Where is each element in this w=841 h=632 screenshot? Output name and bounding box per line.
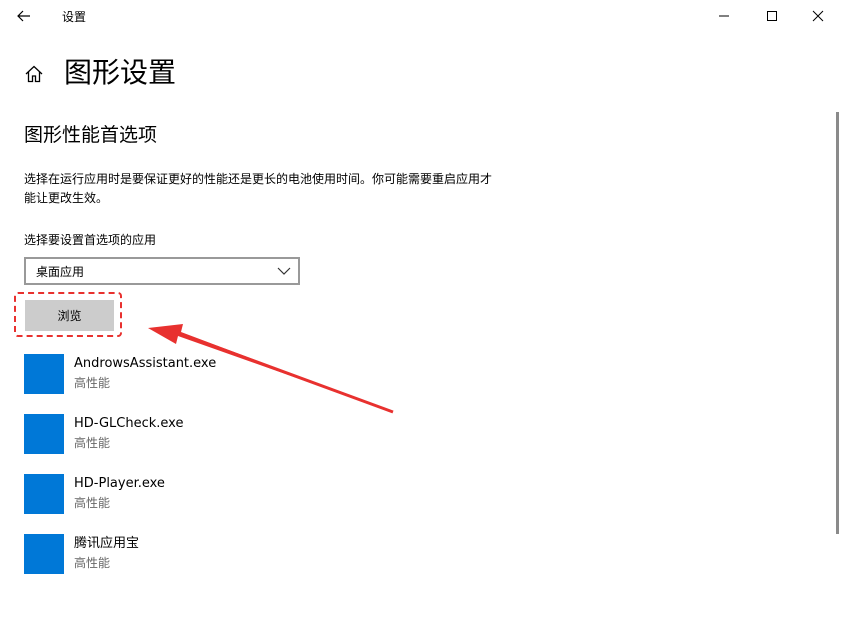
maximize-icon [767, 11, 777, 21]
minimize-icon [719, 15, 729, 17]
close-icon [812, 10, 824, 22]
back-button[interactable] [8, 2, 40, 30]
app-preference: 高性能 [74, 556, 111, 570]
list-item[interactable]: 腾讯应用宝 高性能 [24, 534, 424, 578]
list-item[interactable]: AndrowsAssistant.exe 高性能 [24, 354, 424, 398]
app-name: HD-Player.exe [74, 476, 165, 491]
vertical-scrollbar[interactable] [836, 112, 839, 534]
minimize-button[interactable] [701, 0, 747, 32]
arrow-left-icon [17, 10, 30, 22]
list-item[interactable]: HD-GLCheck.exe 高性能 [24, 414, 424, 458]
section-description: 选择在运行应用时是要保证更好的性能还是更长的电池使用时间。你可能需要重启应用才能… [24, 172, 493, 205]
app-icon [24, 534, 64, 574]
app-preference: 高性能 [74, 376, 111, 390]
app-type-dropdown[interactable]: 桌面应用 [24, 257, 300, 285]
app-icon [24, 354, 64, 394]
app-name: 腾讯应用宝 [74, 536, 140, 551]
app-name: AndrowsAssistant.exe [74, 356, 217, 371]
title-bar: 设置 [0, 0, 841, 32]
app-name: HD-GLCheck.exe [74, 416, 184, 431]
window-title: 设置 [62, 10, 87, 24]
settings-window: 设置 图形设置 图形性能首选项 选择在运行应用时是要保证更好的性能还是更长的电池… [0, 0, 841, 632]
maximize-button[interactable] [749, 0, 795, 32]
app-icon [24, 474, 64, 514]
home-button[interactable] [22, 62, 46, 86]
app-preference: 高性能 [74, 436, 111, 450]
page-title: 图形设置 [64, 56, 177, 89]
list-item[interactable]: HD-Player.exe 高性能 [24, 474, 424, 518]
app-preference: 高性能 [74, 496, 111, 510]
app-icon [24, 414, 64, 454]
chevron-down-icon [277, 267, 291, 275]
home-icon [25, 65, 43, 83]
select-app-label: 选择要设置首选项的应用 [24, 233, 157, 247]
close-button[interactable] [795, 0, 841, 32]
section-title: 图形性能首选项 [24, 124, 158, 146]
annotation-highlight-box [14, 292, 122, 337]
dropdown-selected-value: 桌面应用 [36, 265, 85, 279]
